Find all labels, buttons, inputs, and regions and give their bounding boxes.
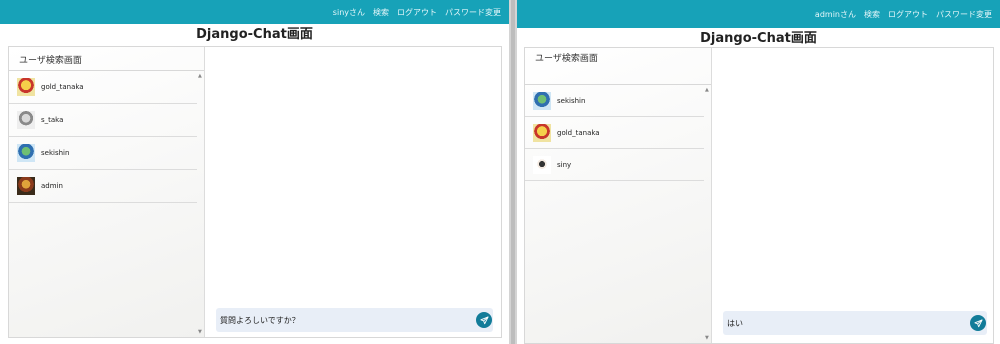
send-button[interactable] (970, 315, 986, 331)
divider-thumb[interactable] (511, 0, 515, 344)
page-title: Django-Chat画面 (196, 27, 313, 42)
right-browser-window: adminさん 検索 ログアウト パスワード変更 Django-Chat画面 ユ… (517, 0, 1000, 344)
message-bar (216, 308, 493, 332)
gold-avatar-icon (533, 123, 551, 142)
user-list-scrollbar[interactable]: ▲ ▼ (704, 85, 711, 343)
user-name: gold_tanaka (557, 128, 600, 137)
user-item-sekishin[interactable]: sekishin (525, 85, 704, 117)
user-name: s_taka (41, 116, 64, 124)
user-list: sekishin gold_tanaka siny (525, 85, 711, 181)
user-name: sekishin (41, 149, 70, 157)
left-browser-window: sinyさん 検索 ログアウト パスワード変更 Django-Chat画面 ユー… (0, 0, 509, 344)
message-bar (723, 311, 987, 335)
chat-card: ユーザ検索画面 gold_tanaka s_taka sekishin admi… (8, 46, 502, 338)
nav-search-link[interactable]: 検索 (864, 9, 880, 20)
chat-message-area (206, 47, 501, 337)
user-sidebar: ユーザ検索画面 sekishin gold_tanaka siny ▲ ▼ (525, 48, 712, 343)
user-item-sekishin[interactable]: sekishin (9, 137, 197, 170)
nav-logout-link[interactable]: ログアウト (888, 9, 928, 20)
chat-card: ユーザ検索画面 sekishin gold_tanaka siny ▲ ▼ はい (524, 47, 994, 344)
user-name: siny (557, 160, 572, 169)
user-sidebar: ユーザ検索画面 gold_tanaka s_taka sekishin admi… (9, 47, 205, 337)
green-hair-avatar-icon (17, 144, 35, 162)
user-item-admin[interactable]: admin (9, 170, 197, 203)
scroll-down-arrow-icon[interactable]: ▼ (705, 335, 709, 341)
nav-logout-link[interactable]: ログアウト (397, 7, 437, 18)
user-name: admin (41, 182, 63, 190)
dark-armor-avatar-icon (17, 177, 35, 195)
user-item-gold-tanaka[interactable]: gold_tanaka (525, 117, 704, 149)
paper-plane-icon (973, 318, 983, 327)
navbar: adminさん 検索 ログアウト パスワード変更 (517, 0, 1000, 28)
nav-username: sinyさん (332, 7, 365, 17)
small-person-avatar-icon (533, 155, 551, 174)
send-button[interactable] (476, 312, 492, 328)
nav-change-password-link[interactable]: パスワード変更 (445, 7, 501, 18)
navbar: sinyさん 検索 ログアウト パスワード変更 (0, 0, 509, 24)
nav-username: adminさん (814, 9, 856, 19)
window-divider-scrollbar[interactable] (509, 0, 517, 344)
message-input[interactable] (727, 318, 970, 328)
user-list: gold_tanaka s_taka sekishin admin (9, 71, 204, 203)
chat-message-area (713, 48, 993, 343)
message-input[interactable] (220, 315, 476, 325)
scroll-up-arrow-icon[interactable]: ▲ (198, 73, 202, 79)
gold-avatar-icon (17, 78, 35, 96)
user-item-siny[interactable]: siny (525, 149, 704, 181)
user-name: gold_tanaka (41, 83, 84, 91)
scroll-up-arrow-icon[interactable]: ▲ (705, 87, 709, 93)
user-list-scrollbar[interactable]: ▲ ▼ (197, 71, 204, 337)
user-item-gold-tanaka[interactable]: gold_tanaka (9, 71, 197, 104)
user-name: sekishin (557, 96, 586, 105)
nav-change-password-link[interactable]: パスワード変更 (936, 9, 992, 20)
green-hair-avatar-icon (533, 91, 551, 110)
user-item-s-taka[interactable]: s_taka (9, 104, 197, 137)
sidebar-title: ユーザ検索画面 (9, 47, 204, 71)
nav-search-link[interactable]: 検索 (373, 7, 389, 18)
screen: sinyさん 検索 ログアウト パスワード変更 Django-Chat画面 ユー… (0, 0, 1000, 344)
white-helmet-avatar-icon (17, 111, 35, 129)
scroll-down-arrow-icon[interactable]: ▼ (198, 329, 202, 335)
paper-plane-icon (479, 315, 489, 324)
sidebar-title: ユーザ検索画面 (525, 48, 711, 85)
